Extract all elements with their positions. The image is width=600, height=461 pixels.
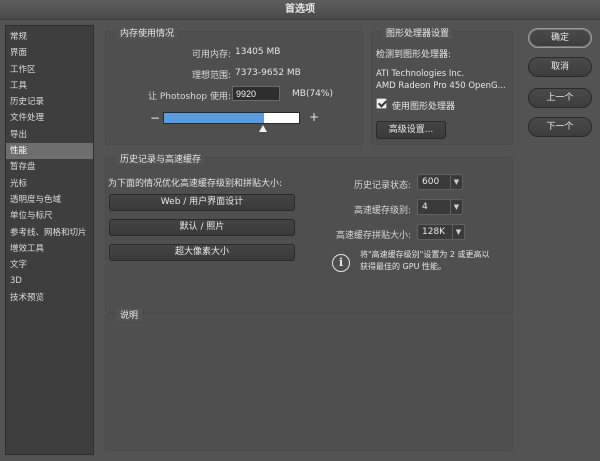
- gpu-settings-title: 图形处理器设置: [382, 26, 454, 39]
- sidebar-item[interactable]: 历史记录: [6, 94, 93, 110]
- cache-tile-size-value: 128K: [422, 227, 446, 237]
- cache-levels-select[interactable]: 4 ▼: [417, 199, 463, 215]
- chevron-down-icon: ▼: [450, 200, 462, 214]
- description-title: 说明: [116, 308, 143, 321]
- gpu-vendor: ATI Technologies Inc.: [376, 69, 465, 79]
- window-title: 首选项: [0, 0, 600, 20]
- cache-levels-label: 高速缓存级别:: [353, 206, 411, 216]
- sidebar-item[interactable]: 光标: [6, 176, 93, 192]
- history-states-value: 600: [422, 177, 440, 187]
- preset-default-photo-button[interactable]: 默认 / 照片: [109, 219, 295, 236]
- next-button[interactable]: 下一个: [528, 117, 592, 137]
- sidebar-item[interactable]: 性能: [6, 143, 93, 160]
- description-group: 说明: [105, 308, 513, 451]
- memory-usage-title: 内存使用情况: [116, 26, 179, 39]
- history-cache-group: 历史记录与高速缓存 为下面的情况优化高速缓存级别和拼贴大小: Web / 用户界…: [105, 152, 513, 313]
- history-states-label: 历史记录状态:: [353, 181, 411, 191]
- sidebar-item[interactable]: 单位与标尺: [6, 208, 93, 224]
- available-memory-value: 13405 MB: [235, 47, 281, 57]
- use-gpu-checkbox[interactable]: [376, 98, 387, 109]
- preferences-sidebar: 常规 界面 工作区 工具 历史记录 文件处理 导出 性能 暂存盘 光标 透明度与色域 单位与标尺 参考线…: [5, 25, 94, 455]
- sidebar-item[interactable]: 3D: [6, 273, 93, 289]
- sidebar-item[interactable]: 工具: [6, 78, 93, 94]
- memory-slider[interactable]: [163, 112, 300, 124]
- sidebar-item[interactable]: 界面: [6, 45, 93, 61]
- ideal-range-value: 7373-9652 MB: [235, 68, 301, 78]
- preset-web-ui-button[interactable]: Web / 用户界面设计: [109, 194, 295, 211]
- gpu-model: AMD Radeon Pro 450 OpenG...: [376, 81, 506, 91]
- sidebar-item[interactable]: 透明度与色域: [6, 192, 93, 208]
- gpu-detected-label: 检测到图形处理器:: [376, 50, 452, 60]
- chevron-down-icon: ▼: [452, 225, 464, 239]
- gpu-settings-group: 图形处理器设置 检测到图形处理器: ATI Technologies Inc. …: [371, 26, 513, 145]
- sidebar-item[interactable]: 暂存盘: [6, 159, 93, 175]
- sidebar-item[interactable]: 增效工具: [6, 241, 93, 257]
- ok-button[interactable]: 确定: [528, 28, 592, 48]
- gpu-cache-hint-line2: 获得最佳的 GPU 性能。: [360, 262, 446, 271]
- available-memory-label: 可用内存:: [191, 50, 231, 60]
- photoshop-use-input[interactable]: [232, 86, 280, 101]
- history-cache-title: 历史记录与高速缓存: [116, 152, 206, 165]
- sidebar-item[interactable]: 文字: [6, 257, 93, 273]
- sidebar-item[interactable]: 常规: [6, 29, 93, 45]
- increase-memory-icon[interactable]: +: [309, 110, 319, 124]
- use-gpu-label: 使用图形处理器: [392, 102, 456, 112]
- optimize-label: 为下面的情况优化高速缓存级别和拼贴大小:: [108, 179, 283, 189]
- sidebar-item[interactable]: 技术预览: [6, 290, 93, 306]
- cache-levels-value: 4: [422, 202, 428, 212]
- photoshop-use-label: 让 Photoshop 使用:: [147, 92, 231, 102]
- ideal-range-label: 理想范围:: [191, 71, 231, 81]
- chevron-down-icon: ▼: [450, 175, 462, 189]
- previous-button[interactable]: 上一个: [528, 88, 592, 108]
- memory-slider-fill: [164, 113, 264, 123]
- history-states-select[interactable]: 600 ▼: [417, 174, 463, 190]
- gpu-cache-hint-line1: 将"高速缓存级别"设置为 2 或更高以: [360, 250, 490, 259]
- preset-large-pixel-button[interactable]: 超大像素大小: [109, 244, 295, 261]
- photoshop-use-suffix: MB(74%): [292, 89, 333, 99]
- memory-usage-group: 内存使用情况 可用内存: 13405 MB 理想范围: 7373-9652 MB…: [105, 26, 363, 145]
- sidebar-item[interactable]: 工作区: [6, 62, 93, 78]
- decrease-memory-icon[interactable]: −: [150, 111, 160, 125]
- sidebar-item[interactable]: 导出: [6, 127, 93, 143]
- memory-slider-thumb[interactable]: [258, 125, 267, 132]
- info-icon: i: [332, 254, 350, 272]
- gpu-advanced-settings-button[interactable]: 高级设置...: [376, 121, 446, 139]
- main-panel: 内存使用情况 可用内存: 13405 MB 理想范围: 7373-9652 MB…: [101, 25, 515, 455]
- sidebar-item[interactable]: 文件处理: [6, 110, 93, 126]
- cache-tile-size-label: 高速缓存拼贴大小:: [335, 231, 411, 241]
- sidebar-item[interactable]: 参考线、网格和切片: [6, 225, 93, 241]
- cancel-button[interactable]: 取消: [528, 57, 592, 77]
- cache-tile-size-select[interactable]: 128K ▼: [417, 224, 465, 240]
